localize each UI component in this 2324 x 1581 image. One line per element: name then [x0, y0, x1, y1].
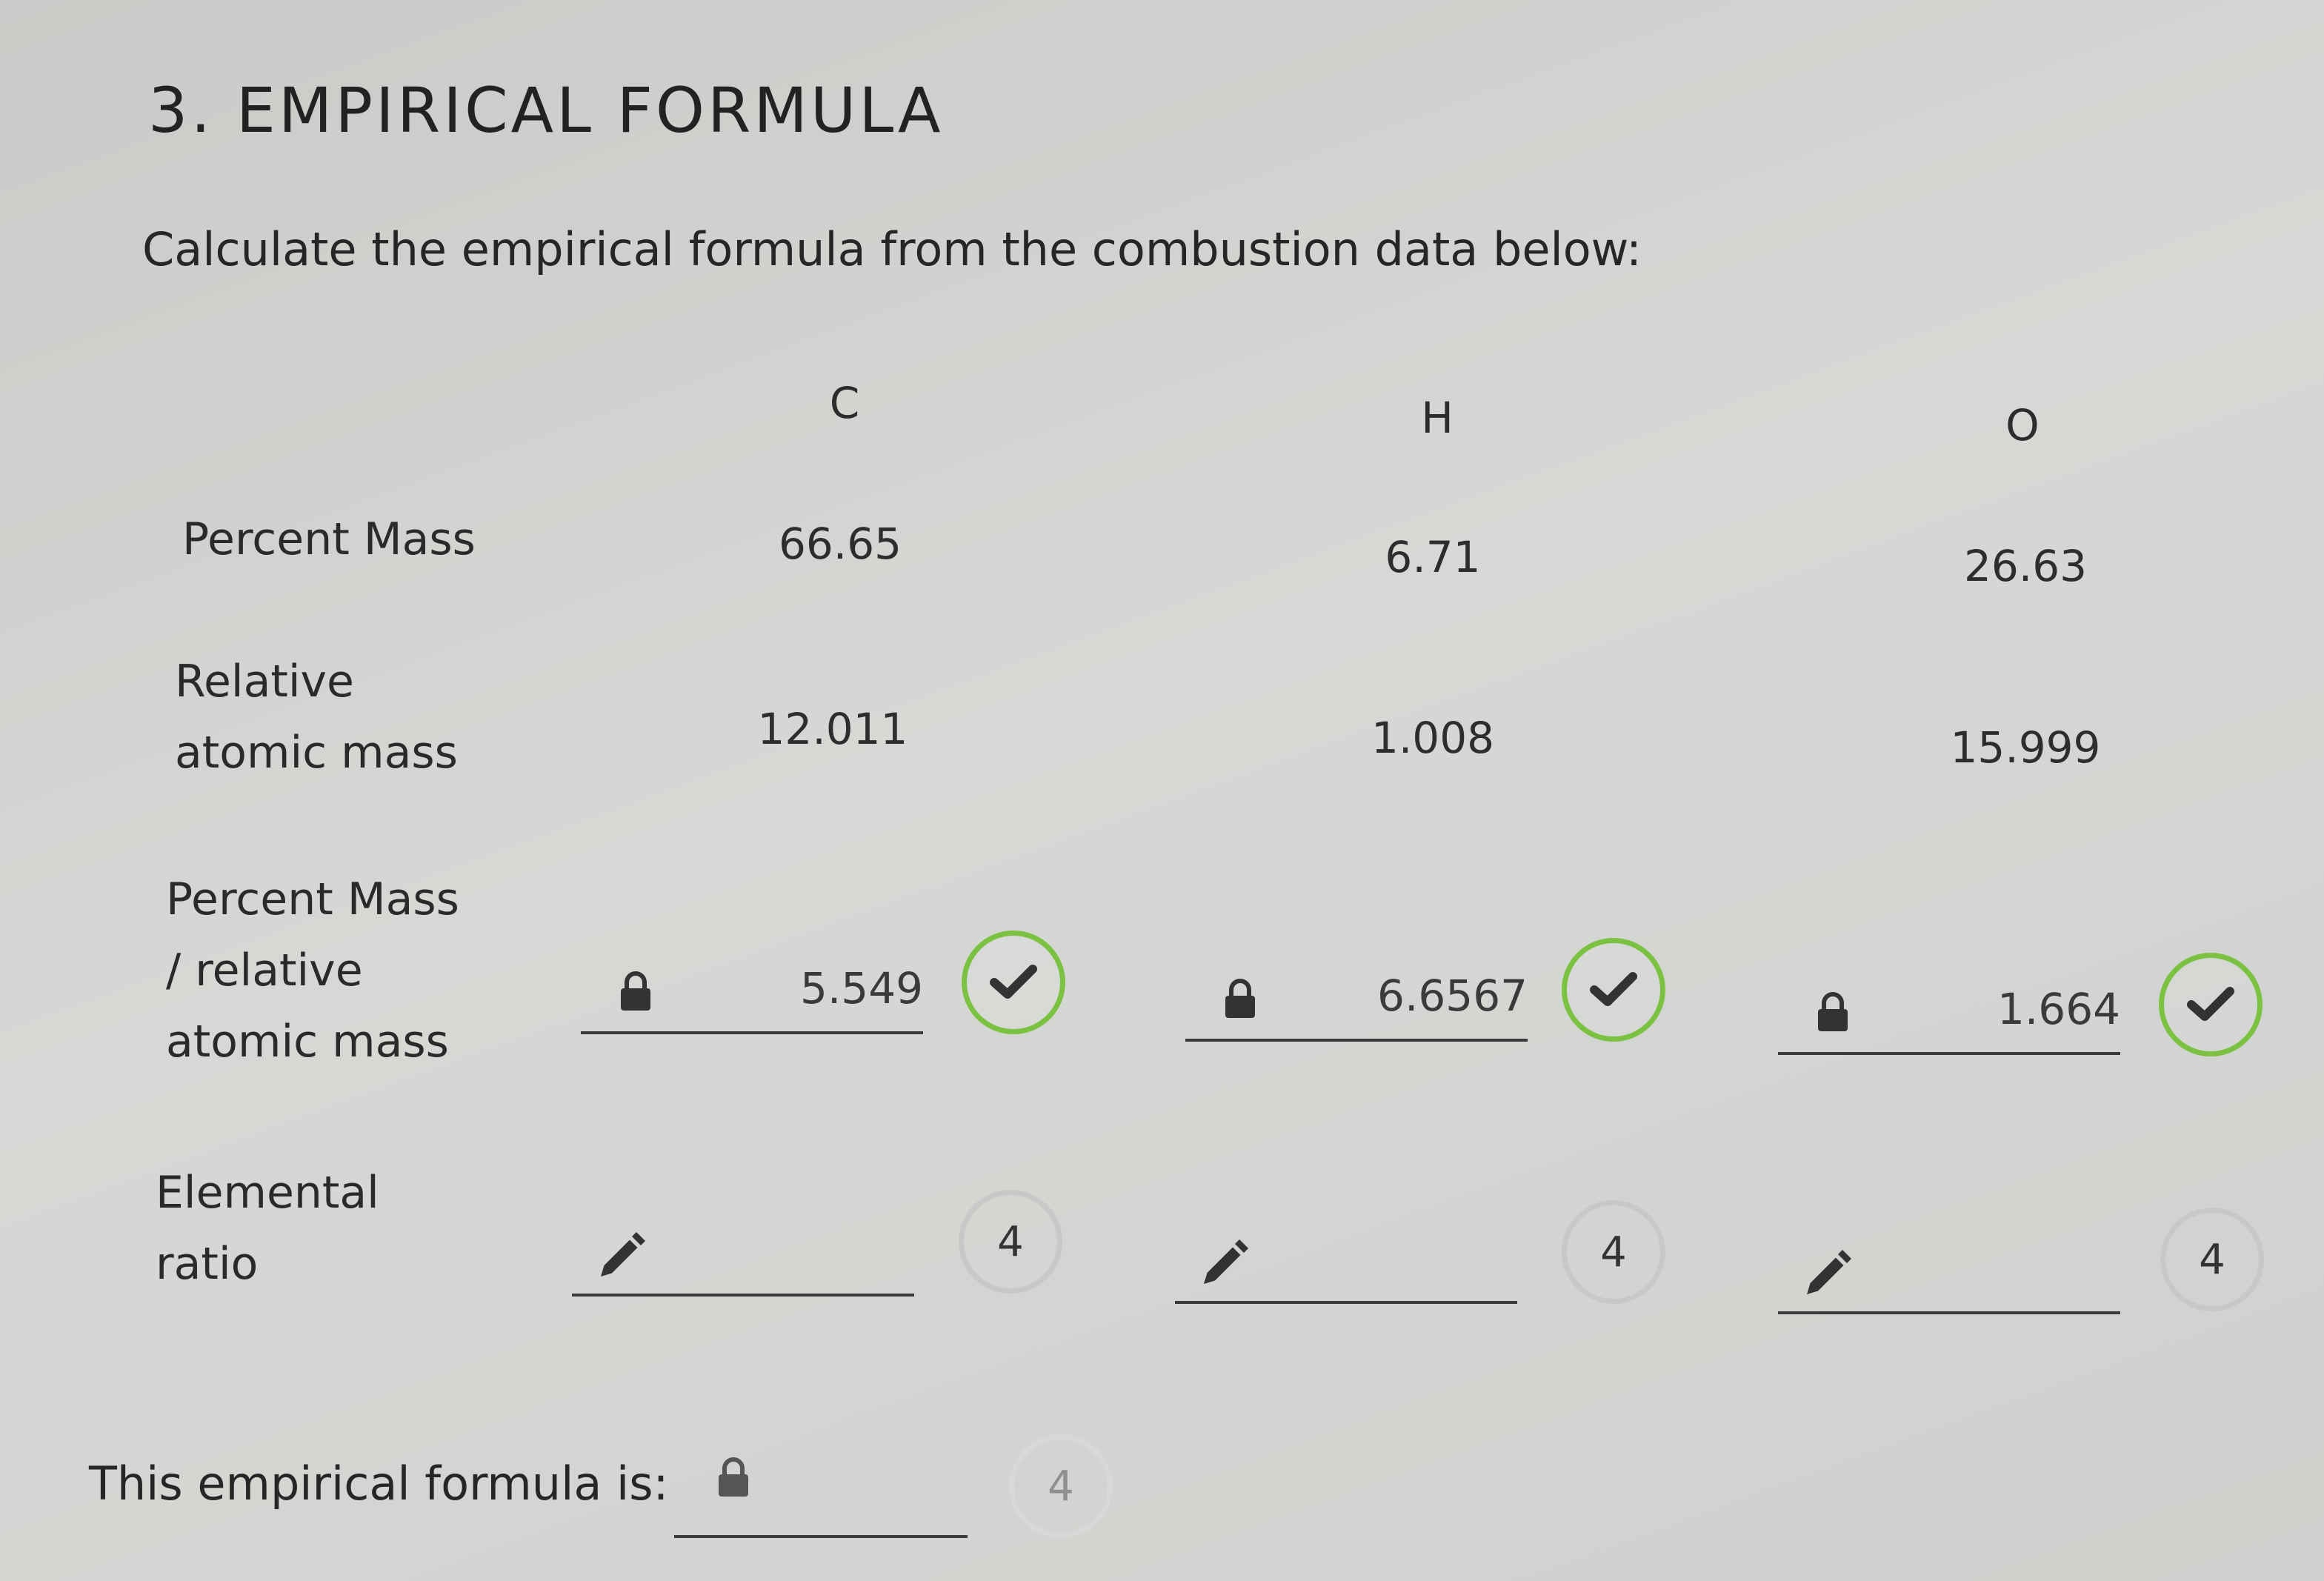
row-label-elemental-ratio: Elemental ratio — [156, 1157, 379, 1299]
row-label-line: Elemental — [156, 1167, 379, 1219]
row-label-percent-mass: Percent Mass — [182, 513, 476, 565]
answer-field-c-ratio-mass[interactable]: 5.549 — [581, 950, 923, 1034]
relative-atomic-mass-o: 15.999 — [1950, 722, 2101, 773]
answer-field-h-ratio[interactable] — [1175, 1219, 1517, 1304]
row-label-line: Percent Mass — [166, 873, 459, 925]
answer-field-c-ratio[interactable] — [572, 1212, 914, 1297]
attempts-badge: 4 — [1009, 1434, 1113, 1538]
row-label-line: ratio — [156, 1238, 259, 1290]
pencil-icon — [601, 1232, 645, 1277]
percent-mass-o: 26.63 — [1963, 541, 2088, 591]
row-label-line: atomic mass — [166, 1016, 449, 1068]
pencil-icon — [1204, 1239, 1248, 1284]
field-value: 6.6567 — [1377, 971, 1528, 1021]
attempts-badge: 4 — [959, 1190, 1062, 1294]
row-label-relative-atomic-mass: Relative atomic mass — [175, 646, 458, 788]
percent-mass-h: 6.71 — [1385, 532, 1481, 582]
row-label-line: Relative — [175, 656, 354, 708]
correct-badge — [2159, 953, 2263, 1056]
percent-mass-c: 66.65 — [778, 519, 902, 569]
correct-badge — [962, 931, 1065, 1034]
field-value: 5.549 — [799, 963, 923, 1013]
lock-icon — [621, 971, 650, 1011]
answer-field-o-ratio[interactable] — [1778, 1230, 2120, 1314]
answer-field-h-ratio-mass[interactable]: 6.6567 — [1185, 957, 1528, 1042]
attempts-badge: 4 — [1562, 1200, 1665, 1304]
attempts-badge: 4 — [2160, 1208, 2264, 1311]
attempts-count: 4 — [1600, 1228, 1627, 1277]
relative-atomic-mass-c: 12.011 — [757, 704, 908, 754]
answer-field-empirical-formula[interactable] — [674, 1454, 968, 1538]
column-header-c: C — [829, 378, 860, 428]
column-header-h: H — [1421, 393, 1454, 443]
row-label-line: atomic mass — [175, 727, 458, 779]
check-icon — [990, 965, 1037, 999]
pencil-icon — [1807, 1250, 1851, 1294]
section-title: 3. EMPIRICAL FORMULA — [148, 74, 944, 147]
correct-badge — [1562, 938, 1665, 1042]
instructions-text: Calculate the empirical formula from the… — [142, 222, 1642, 276]
check-icon — [1590, 972, 1637, 1006]
lock-icon — [1818, 992, 1848, 1031]
lock-icon — [719, 1457, 748, 1497]
attempts-count: 4 — [1048, 1462, 1074, 1511]
column-header-o: O — [2005, 400, 2040, 450]
row-label-line: / relative — [166, 945, 363, 996]
attempts-count: 4 — [2199, 1235, 2225, 1284]
lock-icon — [1225, 979, 1255, 1018]
attempts-count: 4 — [997, 1217, 1024, 1266]
answer-field-o-ratio-mass[interactable]: 1.664 — [1778, 971, 2120, 1055]
formula-label: This empirical formula is: — [89, 1457, 669, 1511]
row-label-percent-over-ram: Percent Mass / relative atomic mass — [166, 864, 459, 1077]
field-value: 1.664 — [1997, 984, 2120, 1034]
relative-atomic-mass-h: 1.008 — [1371, 713, 1495, 763]
check-icon — [2187, 987, 2234, 1021]
